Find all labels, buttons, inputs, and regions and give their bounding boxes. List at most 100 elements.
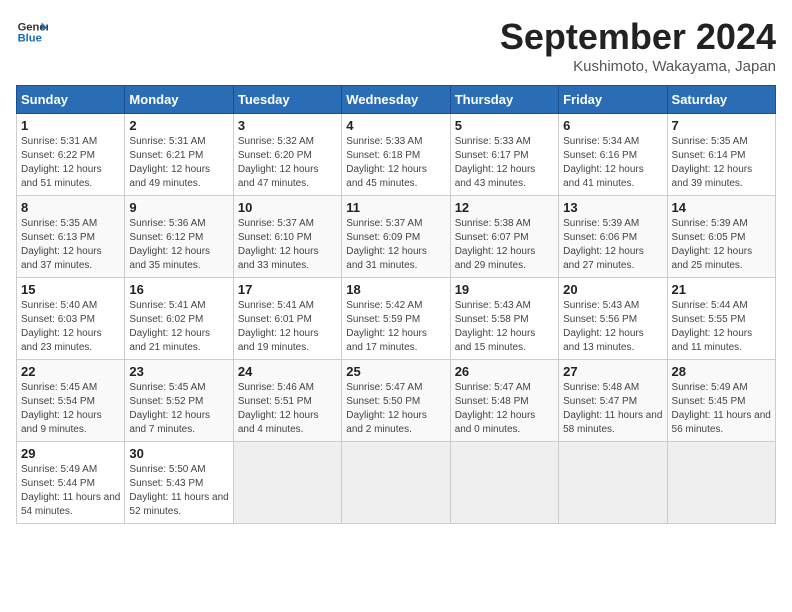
calendar-cell: 8 Sunrise: 5:35 AMSunset: 6:13 PMDaylight… (17, 196, 125, 278)
calendar-cell: 24 Sunrise: 5:46 AMSunset: 5:51 PMDayligh… (233, 360, 341, 442)
day-number: 2 (129, 118, 228, 133)
day-number: 27 (563, 364, 662, 379)
day-info: Sunrise: 5:31 AMSunset: 6:21 PMDaylight:… (129, 135, 228, 191)
day-number: 28 (672, 364, 771, 379)
day-info: Sunrise: 5:47 AMSunset: 5:50 PMDaylight:… (346, 381, 445, 437)
calendar-cell: 3 Sunrise: 5:32 AMSunset: 6:20 PMDaylight… (233, 114, 341, 196)
calendar-cell: 2 Sunrise: 5:31 AMSunset: 6:21 PMDaylight… (125, 114, 233, 196)
day-number: 5 (455, 118, 554, 133)
day-info: Sunrise: 5:40 AMSunset: 6:03 PMDaylight:… (21, 299, 120, 355)
day-info: Sunrise: 5:38 AMSunset: 6:07 PMDaylight:… (455, 217, 554, 273)
day-info: Sunrise: 5:42 AMSunset: 5:59 PMDaylight:… (346, 299, 445, 355)
calendar-cell: 1 Sunrise: 5:31 AMSunset: 6:22 PMDaylight… (17, 114, 125, 196)
day-info: Sunrise: 5:35 AMSunset: 6:14 PMDaylight:… (672, 135, 771, 191)
day-number: 17 (238, 282, 337, 297)
calendar-week-5: 29 Sunrise: 5:49 AMSunset: 5:44 PMDayligh… (17, 442, 776, 524)
day-info: Sunrise: 5:50 AMSunset: 5:43 PMDaylight:… (129, 463, 228, 519)
calendar-cell: 12 Sunrise: 5:38 AMSunset: 6:07 PMDayligh… (450, 196, 558, 278)
calendar-cell: 10 Sunrise: 5:37 AMSunset: 6:10 PMDayligh… (233, 196, 341, 278)
calendar-cell: 13Sunrise: 5:39 AMSunset: 6:06 PMDayligh… (559, 196, 667, 278)
day-number: 15 (21, 282, 120, 297)
day-info: Sunrise: 5:43 AMSunset: 5:56 PMDaylight:… (563, 299, 662, 355)
calendar-cell: 4 Sunrise: 5:33 AMSunset: 6:18 PMDaylight… (342, 114, 450, 196)
day-info: Sunrise: 5:44 AMSunset: 5:55 PMDaylight:… (672, 299, 771, 355)
calendar-cell: 23 Sunrise: 5:45 AMSunset: 5:52 PMDayligh… (125, 360, 233, 442)
day-number: 4 (346, 118, 445, 133)
weekday-header-sunday: Sunday (17, 86, 125, 114)
day-info: Sunrise: 5:35 AMSunset: 6:13 PMDaylight:… (21, 217, 120, 273)
day-number: 24 (238, 364, 337, 379)
day-info: Sunrise: 5:49 AMSunset: 5:44 PMDaylight:… (21, 463, 120, 519)
day-number: 3 (238, 118, 337, 133)
calendar-cell (233, 442, 341, 524)
day-number: 29 (21, 446, 120, 461)
day-info: Sunrise: 5:33 AMSunset: 6:17 PMDaylight:… (455, 135, 554, 191)
day-number: 8 (21, 200, 120, 215)
day-info: Sunrise: 5:41 AMSunset: 6:01 PMDaylight:… (238, 299, 337, 355)
day-info: Sunrise: 5:45 AMSunset: 5:52 PMDaylight:… (129, 381, 228, 437)
day-info: Sunrise: 5:46 AMSunset: 5:51 PMDaylight:… (238, 381, 337, 437)
day-number: 14 (672, 200, 771, 215)
day-number: 10 (238, 200, 337, 215)
calendar-cell: 16 Sunrise: 5:41 AMSunset: 6:02 PMDayligh… (125, 278, 233, 360)
page-header: General Blue September 2024 Kushimoto, W… (16, 16, 776, 75)
day-info: Sunrise: 5:43 AMSunset: 5:58 PMDaylight:… (455, 299, 554, 355)
calendar-cell (667, 442, 775, 524)
day-number: 23 (129, 364, 228, 379)
calendar-week-3: 15 Sunrise: 5:40 AMSunset: 6:03 PMDayligh… (17, 278, 776, 360)
calendar-cell: 29 Sunrise: 5:49 AMSunset: 5:44 PMDayligh… (17, 442, 125, 524)
day-info: Sunrise: 5:37 AMSunset: 6:10 PMDaylight:… (238, 217, 337, 273)
day-number: 22 (21, 364, 120, 379)
calendar-cell: 27 Sunrise: 5:48 AMSunset: 5:47 PMDayligh… (559, 360, 667, 442)
calendar-cell: 26Sunrise: 5:47 AMSunset: 5:48 PMDayligh… (450, 360, 558, 442)
calendar-cell (342, 442, 450, 524)
calendar-cell: 17 Sunrise: 5:41 AMSunset: 6:01 PMDayligh… (233, 278, 341, 360)
calendar-cell: 30 Sunrise: 5:50 AMSunset: 5:43 PMDayligh… (125, 442, 233, 524)
calendar-cell (450, 442, 558, 524)
day-number: 9 (129, 200, 228, 215)
month-title: September 2024 (500, 16, 776, 58)
calendar-cell: 5 Sunrise: 5:33 AMSunset: 6:17 PMDaylight… (450, 114, 558, 196)
day-info: Sunrise: 5:48 AMSunset: 5:47 PMDaylight:… (563, 381, 662, 437)
calendar-cell: 22 Sunrise: 5:45 AMSunset: 5:54 PMDayligh… (17, 360, 125, 442)
day-info: Sunrise: 5:45 AMSunset: 5:54 PMDaylight:… (21, 381, 120, 437)
weekday-header-wednesday: Wednesday (342, 86, 450, 114)
calendar-cell: 18 Sunrise: 5:42 AMSunset: 5:59 PMDayligh… (342, 278, 450, 360)
weekday-header-saturday: Saturday (667, 86, 775, 114)
day-number: 1 (21, 118, 120, 133)
logo: General Blue (16, 16, 48, 48)
day-info: Sunrise: 5:36 AMSunset: 6:12 PMDaylight:… (129, 217, 228, 273)
day-number: 30 (129, 446, 228, 461)
calendar-table: SundayMondayTuesdayWednesdayThursdayFrid… (16, 85, 776, 524)
day-number: 13 (563, 200, 662, 215)
weekday-header-row: SundayMondayTuesdayWednesdayThursdayFrid… (17, 86, 776, 114)
day-number: 7 (672, 118, 771, 133)
calendar-cell: 19 Sunrise: 5:43 AMSunset: 5:58 PMDayligh… (450, 278, 558, 360)
weekday-header-monday: Monday (125, 86, 233, 114)
weekday-header-tuesday: Tuesday (233, 86, 341, 114)
calendar-cell: 20Sunrise: 5:43 AMSunset: 5:56 PMDayligh… (559, 278, 667, 360)
svg-text:Blue: Blue (18, 33, 42, 45)
day-number: 18 (346, 282, 445, 297)
calendar-week-4: 22 Sunrise: 5:45 AMSunset: 5:54 PMDayligh… (17, 360, 776, 442)
day-info: Sunrise: 5:41 AMSunset: 6:02 PMDaylight:… (129, 299, 228, 355)
weekday-header-friday: Friday (559, 86, 667, 114)
day-number: 25 (346, 364, 445, 379)
day-info: Sunrise: 5:37 AMSunset: 6:09 PMDaylight:… (346, 217, 445, 273)
day-info: Sunrise: 5:39 AMSunset: 6:05 PMDaylight:… (672, 217, 771, 273)
calendar-cell: 15 Sunrise: 5:40 AMSunset: 6:03 PMDayligh… (17, 278, 125, 360)
title-section: September 2024 Kushimoto, Wakayama, Japa… (500, 16, 776, 75)
day-number: 21 (672, 282, 771, 297)
logo-icon: General Blue (16, 16, 48, 48)
calendar-cell: 9 Sunrise: 5:36 AMSunset: 6:12 PMDaylight… (125, 196, 233, 278)
day-info: Sunrise: 5:32 AMSunset: 6:20 PMDaylight:… (238, 135, 337, 191)
day-info: Sunrise: 5:49 AMSunset: 5:45 PMDaylight:… (672, 381, 771, 437)
day-number: 16 (129, 282, 228, 297)
day-number: 19 (455, 282, 554, 297)
calendar-cell: 28 Sunrise: 5:49 AMSunset: 5:45 PMDayligh… (667, 360, 775, 442)
day-number: 12 (455, 200, 554, 215)
calendar-week-1: 1 Sunrise: 5:31 AMSunset: 6:22 PMDaylight… (17, 114, 776, 196)
day-info: Sunrise: 5:31 AMSunset: 6:22 PMDaylight:… (21, 135, 120, 191)
day-info: Sunrise: 5:33 AMSunset: 6:18 PMDaylight:… (346, 135, 445, 191)
calendar-cell: 21 Sunrise: 5:44 AMSunset: 5:55 PMDayligh… (667, 278, 775, 360)
